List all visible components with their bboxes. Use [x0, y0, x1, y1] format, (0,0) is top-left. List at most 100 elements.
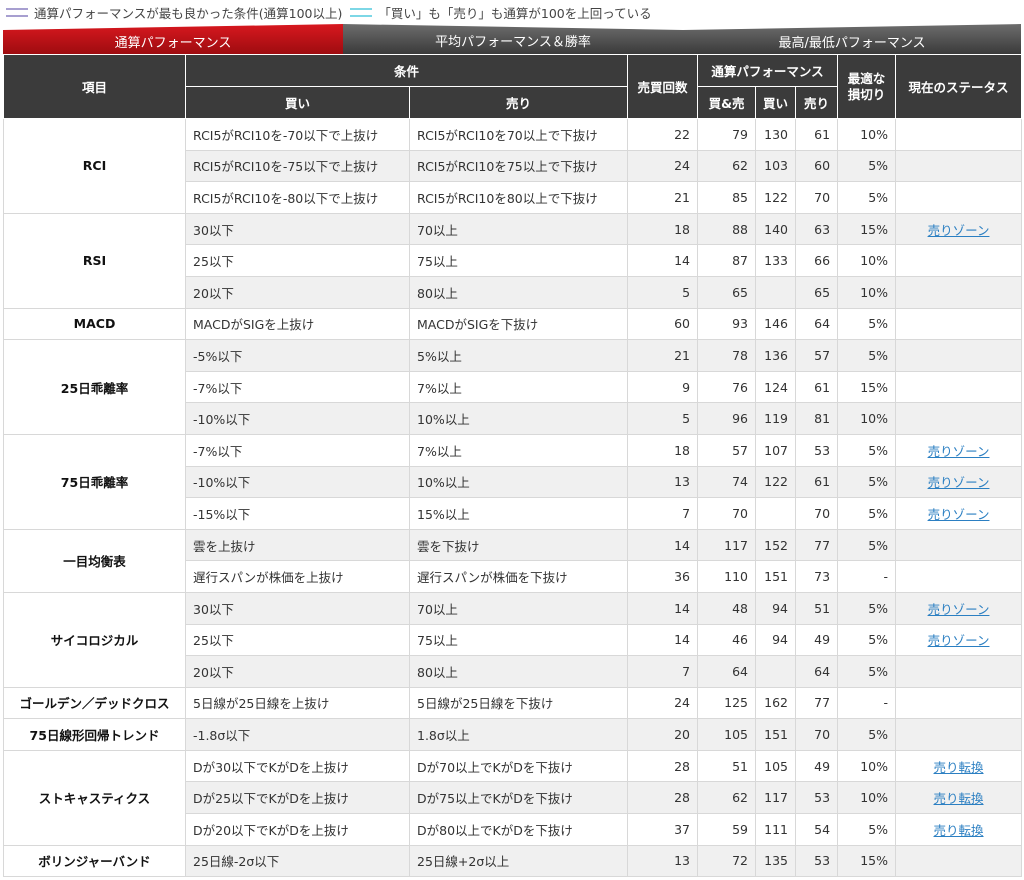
optimal-stoploss: - [837, 686, 897, 720]
buy-condition: 5日線が25日線を上抜け [185, 686, 410, 720]
status-cell [895, 275, 1023, 309]
trade-count: 21 [627, 181, 699, 214]
trade-count: 37 [627, 813, 699, 846]
buy-condition: -10%以下 [185, 402, 410, 435]
performance-buy: 151 [755, 560, 797, 593]
status-link[interactable]: 売り転換 [934, 823, 984, 838]
performance-buy: 105 [755, 749, 797, 783]
status-cell: 売り転換 [895, 781, 1023, 815]
performance-sell: 61 [795, 118, 839, 151]
sell-condition: 70以上 [408, 212, 629, 246]
indicator-name: ボリンジャーバンド [3, 844, 186, 878]
header-performance: 通算パフォーマンス [697, 54, 839, 87]
performance-sell: 81 [795, 402, 839, 435]
performance-sell: 54 [795, 813, 839, 846]
performance-buy [755, 497, 797, 530]
buy-condition: -5%以下 [185, 339, 410, 372]
status-link[interactable]: 売りゾーン [928, 602, 990, 617]
table-row: RCI RCI5がRCI10を-70以下で上抜け RCI5がRCI10を70以上で下… [3, 118, 1023, 214]
status-link[interactable]: 売りゾーン [928, 475, 990, 490]
status-link[interactable]: 売り転換 [934, 760, 984, 775]
buy-condition: 25日線-2σ以下 [185, 844, 410, 878]
trade-count: 21 [627, 339, 699, 372]
performance-buy: 133 [755, 244, 797, 277]
performance-both: 117 [697, 528, 757, 562]
trade-count: 5 [627, 402, 699, 435]
status-link[interactable]: 売りゾーン [928, 633, 990, 648]
tab-total-performance[interactable]: 通算パフォーマンス [3, 24, 343, 54]
buy-condition: 遅行スパンが株価を上抜け [185, 560, 410, 593]
optimal-stoploss: 5% [837, 528, 897, 562]
performance-sell: 53 [795, 781, 839, 815]
performance-both: 74 [697, 465, 757, 499]
status-cell [895, 655, 1023, 688]
performance-buy: 103 [755, 149, 797, 183]
optimal-stoploss: 10% [837, 275, 897, 309]
sell-condition: RCI5がRCI10を70以上で下抜け [408, 118, 629, 151]
sell-condition: 10%以上 [408, 465, 629, 499]
performance-both: 48 [697, 591, 757, 625]
tab-average-performance[interactable]: 平均パフォーマンス＆勝率 [343, 24, 683, 54]
status-link[interactable]: 売り転換 [934, 791, 984, 806]
status-cell [895, 560, 1023, 593]
performance-buy: 94 [755, 623, 797, 657]
trade-count: 18 [627, 433, 699, 467]
performance-buy: 135 [755, 844, 797, 878]
optimal-stoploss: 10% [837, 402, 897, 435]
trade-count: 7 [627, 497, 699, 530]
performance-both: 59 [697, 813, 757, 846]
performance-both: 65 [697, 275, 757, 309]
header-perf-sell: 売り [795, 86, 839, 119]
optimal-stoploss: 15% [837, 370, 897, 404]
performance-table: 項目 条件 売買回数 通算パフォーマンス 最適な 損切り 現在のステータス 買い… [3, 54, 1023, 878]
indicator-name: ストキャスティクス [3, 749, 186, 846]
performance-sell: 70 [795, 181, 839, 214]
performance-buy: 136 [755, 339, 797, 372]
optimal-stoploss: 15% [837, 844, 897, 878]
indicator-name: サイコロジカル [3, 591, 186, 688]
performance-both: 46 [697, 623, 757, 657]
optimal-stoploss: 5% [837, 433, 897, 467]
status-cell [895, 718, 1023, 751]
status-link[interactable]: 売りゾーン [928, 223, 990, 238]
status-link[interactable]: 売りゾーン [928, 507, 990, 522]
optimal-stoploss: 5% [837, 307, 897, 341]
indicator-name: 75日線形回帰トレンド [3, 718, 186, 751]
status-link[interactable]: 売りゾーン [928, 444, 990, 459]
sell-condition: Dが75以上でKがDを下抜け [408, 781, 629, 815]
performance-both: 125 [697, 686, 757, 720]
performance-both: 110 [697, 560, 757, 593]
performance-buy: 130 [755, 118, 797, 151]
sell-condition: 80以上 [408, 275, 629, 309]
status-cell: 売りゾーン [895, 497, 1023, 530]
performance-sell: 64 [795, 307, 839, 341]
status-cell: 売り転換 [895, 813, 1023, 846]
status-cell [895, 118, 1023, 151]
table-row: ボリンジャーバンド 25日線-2σ以下 25日線+2σ以上 13 72 135 53 15% [3, 844, 1023, 878]
performance-sell: 66 [795, 244, 839, 277]
table-row: 75日乖離率 -7%以下 7%以上 18 57 107 53 5% 売りゾーン [3, 433, 1023, 530]
buy-condition: -15%以下 [185, 497, 410, 530]
tab-max-min-performance[interactable]: 最高/最低パフォーマンス [683, 24, 1021, 54]
optimal-stoploss: 5% [837, 655, 897, 688]
status-cell: 売りゾーン [895, 591, 1023, 625]
performance-both: 85 [697, 181, 757, 214]
indicator-name: RCI [3, 118, 186, 214]
sell-condition: Dが80以上でKがDを下抜け [408, 813, 629, 846]
legend-label-best: 通算パフォーマンスが最も良かった条件(通算100以上) [34, 5, 343, 21]
status-cell: 売り転換 [895, 749, 1023, 783]
performance-buy: 117 [755, 781, 797, 815]
trade-count: 18 [627, 212, 699, 246]
header-status: 現在のステータス [895, 54, 1023, 119]
performance-buy: 111 [755, 813, 797, 846]
optimal-stoploss: 10% [837, 781, 897, 815]
trade-count: 28 [627, 749, 699, 783]
buy-condition: 25以下 [185, 623, 410, 657]
sell-condition: 雲を下抜け [408, 528, 629, 562]
performance-both: 88 [697, 212, 757, 246]
status-cell [895, 844, 1023, 878]
trade-count: 14 [627, 244, 699, 277]
trade-count: 5 [627, 275, 699, 309]
performance-sell: 60 [795, 149, 839, 183]
buy-condition: Dが30以下でKがDを上抜け [185, 749, 410, 783]
